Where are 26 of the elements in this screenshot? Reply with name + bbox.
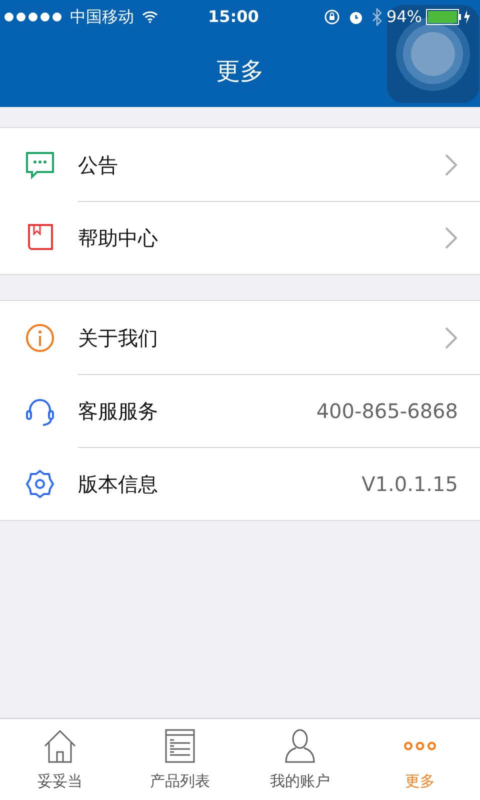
page-title: 更多 (216, 56, 264, 86)
tab[interactable]: 我的账户 (240, 719, 360, 800)
settings-icon (24, 468, 56, 500)
menu-item[interactable]: 关于我们 (78, 322, 158, 352)
status-time: 15:00 (208, 6, 259, 28)
carrier-name: 中国移动 (70, 6, 134, 28)
menu-item[interactable]: 公告 (78, 150, 118, 180)
tab[interactable]: 妥妥当 (0, 719, 120, 800)
menu-item[interactable]: 客服服务 (78, 396, 158, 426)
bluetooth-icon (372, 8, 382, 26)
battery-percent: 94% (386, 6, 422, 28)
assistive-touch-button[interactable] (387, 5, 479, 103)
menu-item-value: 400-865-6868 (316, 398, 458, 425)
rotation-lock-icon (324, 9, 340, 25)
info-icon (24, 322, 56, 354)
chevron-icon (444, 226, 458, 250)
menu-item-value: V1.0.1.15 (362, 471, 458, 498)
menu-item[interactable]: 版本信息 (78, 469, 158, 499)
chevron-icon (444, 152, 458, 176)
wifi-icon (142, 11, 158, 23)
battery-icon (426, 9, 472, 25)
more-icon (404, 741, 436, 752)
menu-item[interactable]: 帮助中心 (78, 223, 158, 253)
alarm-icon (348, 9, 364, 25)
tab[interactable]: 产品列表 (120, 719, 240, 800)
chevron-icon (444, 326, 458, 350)
